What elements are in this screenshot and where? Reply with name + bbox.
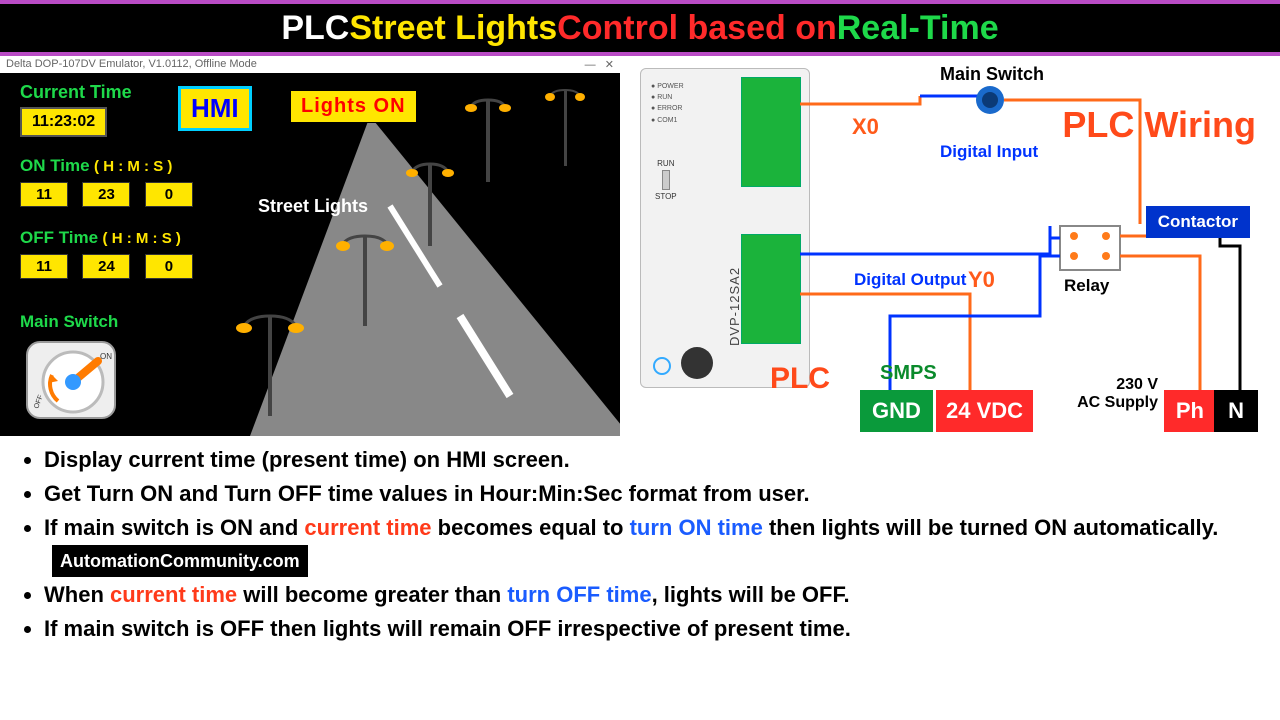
window-title-text: Delta DOP-107DV Emulator, V1.0112, Offli… [6,58,257,71]
relay-label: Relay [1064,276,1109,296]
lights-status-badge: Lights ON [290,90,417,123]
streetlight-icon [400,156,460,246]
title-p3: Control based on [557,9,837,48]
ac-supply-label: 230 V AC Supply [1077,376,1158,412]
bullet-2: Get Turn ON and Turn OFF time values in … [44,478,1260,510]
digital-output-label: Digital Output [854,270,966,290]
hmi-badge: HMI [178,86,252,131]
streetlight-icon [460,92,516,182]
gnd-box: GND [860,390,933,432]
bullet-4: When current time will become greater th… [44,579,1260,611]
off-min-input[interactable]: 24 [82,254,130,279]
x0-label: X0 [852,114,879,140]
off-hour-input[interactable]: 11 [20,254,68,279]
on-hour-input[interactable]: 11 [20,182,68,207]
streetlight-icon [330,226,400,326]
on-min-input[interactable]: 23 [82,182,130,207]
ac-voltage: 230 V [1116,376,1158,393]
title-p1: PLC [281,9,349,48]
watermark: AutomationCommunity.com [52,545,308,577]
hmi-panel: Delta DOP-107DV Emulator, V1.0112, Offli… [0,56,620,436]
current-time-value: 11:23:02 [20,107,107,137]
bullet-5: If main switch is OFF then lights will r… [44,613,1260,645]
description-list: Display current time (present time) on H… [0,436,1280,645]
off-sec-input[interactable]: 0 [145,254,193,279]
title-p4: Real-Time [837,9,999,48]
neutral-box: N [1214,390,1258,432]
off-time-hms: ( H : M : S ) [103,230,181,247]
bullet-3: If main switch is ON and current time be… [44,512,1260,577]
on-sec-input[interactable]: 0 [145,182,193,207]
wiring-panel: ● POWER ● RUN ● ERROR ● COM1 RUN STOP DV… [620,56,1280,436]
bullet-1: Display current time (present time) on H… [44,444,1260,476]
contactor-box: Contactor [1146,206,1250,238]
off-time-label: OFF Time [20,228,98,247]
main-switch-label: Main Switch [20,312,118,332]
title-p2: Street Lights [349,9,557,48]
street-lights-label: Street Lights [258,196,368,217]
svg-text:ON: ON [100,352,112,361]
wiring-title: PLC Wiring [1062,104,1256,146]
plc-label: PLC [770,362,830,396]
window-controls[interactable]: — ✕ [585,58,614,71]
main-switch-toggle[interactable]: ON OFF [26,341,116,419]
streetlight-icon [230,306,310,416]
digital-input-label: Digital Input [940,142,1038,162]
on-time-hms: ( H : M : S ) [94,158,172,175]
streetlight-icon [540,82,590,166]
title-bar: PLC Street Lights Control based on Real-… [0,0,1280,56]
current-time-label: Current Time [20,82,132,103]
smps-label: SMPS [880,362,937,385]
y0-label: Y0 [968,267,995,293]
on-time-label: ON Time [20,156,90,175]
ac-supply-text: AC Supply [1077,394,1158,411]
vdc-box: 24 VDC [936,390,1033,432]
svg-text:OFF: OFF [33,394,44,410]
phase-box: Ph [1164,390,1216,432]
main-switch-label-wiring: Main Switch [940,64,1044,85]
emulator-window-title: Delta DOP-107DV Emulator, V1.0112, Offli… [0,56,620,73]
